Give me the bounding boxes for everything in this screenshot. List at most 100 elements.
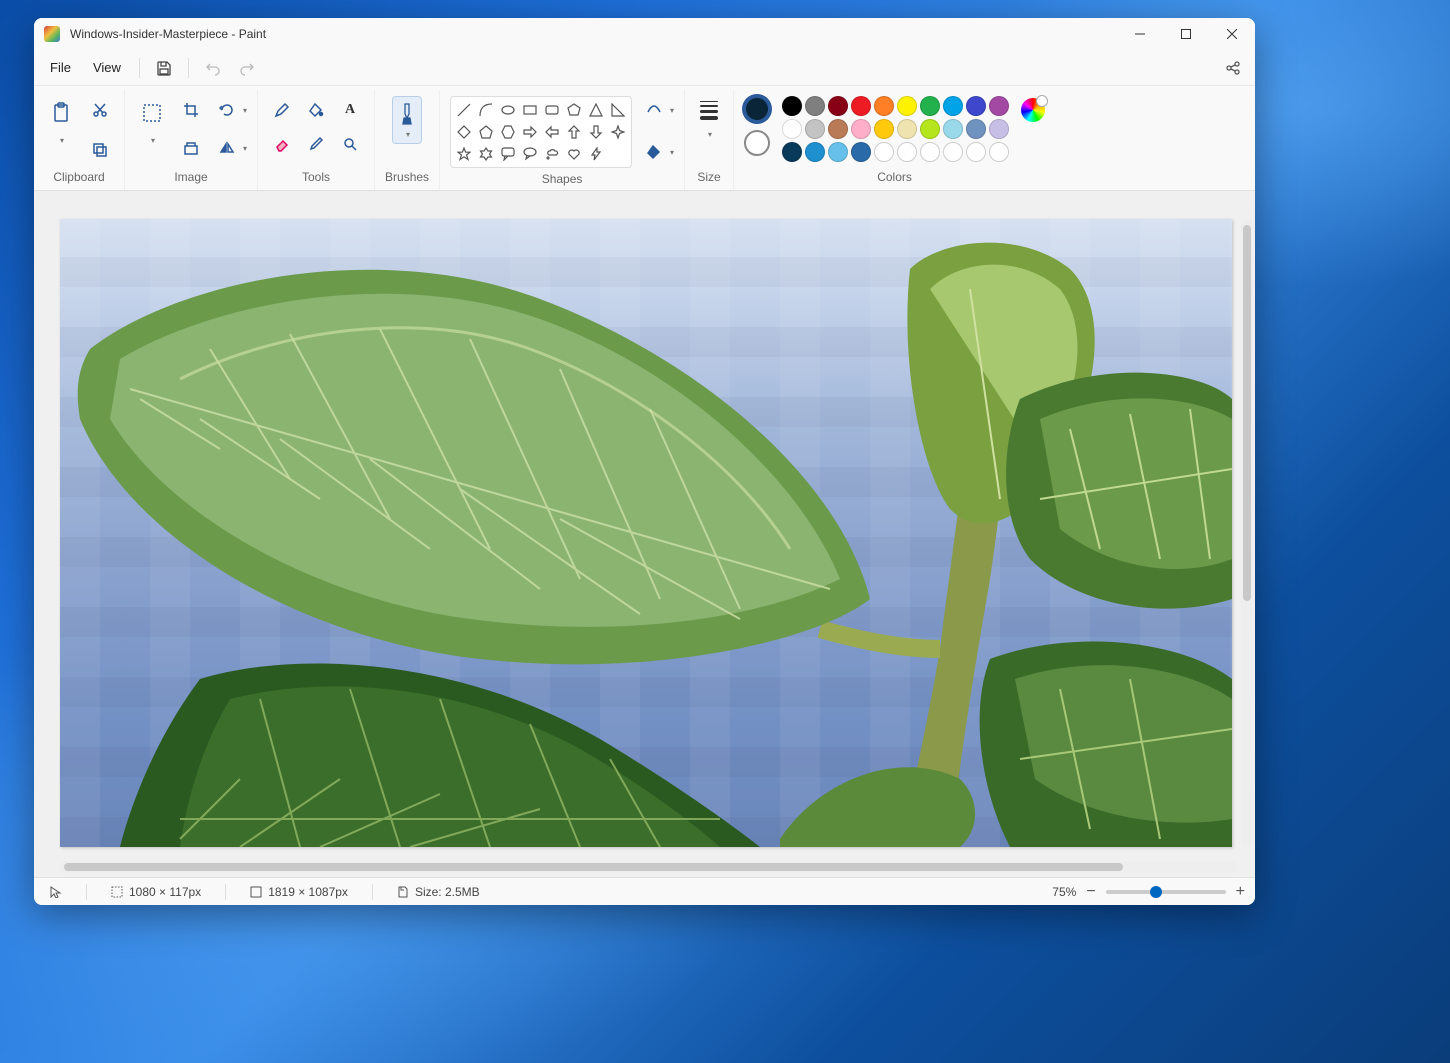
color-swatch[interactable] [828,96,848,116]
color-swatch[interactable] [851,96,871,116]
shape-curve[interactable] [477,101,495,119]
shape-arrow-right[interactable] [521,123,539,141]
shape-rect[interactable] [521,101,539,119]
color-swatch[interactable] [920,96,940,116]
color1-swatch[interactable] [744,96,770,122]
chevron-down-icon[interactable]: ▾ [151,136,155,145]
vertical-scrollbar[interactable] [1241,221,1253,847]
undo-button[interactable] [197,52,229,84]
color-swatch[interactable] [966,142,986,162]
zoom-slider[interactable] [1106,890,1226,894]
edit-colors-button[interactable] [1021,98,1045,122]
brushes-label: Brushes [385,170,429,184]
color-swatch[interactable] [943,142,963,162]
shape-arrow-down[interactable] [587,123,605,141]
shape-diamond[interactable] [455,123,473,141]
color-swatch[interactable] [920,142,940,162]
shape-triangle[interactable] [587,101,605,119]
shape-star6[interactable] [477,145,495,163]
ribbon: ▾ Clipboard ▾ [34,86,1255,191]
shapes-gallery[interactable] [450,96,632,168]
color-swatch[interactable] [782,96,802,116]
fill-tool[interactable] [302,96,330,124]
paste-button[interactable] [44,96,78,130]
image-dimensions: 1819 × 1087px [244,885,354,899]
canvas[interactable] [60,219,1232,847]
copy-button[interactable] [86,136,114,164]
color-swatch[interactable] [966,119,986,139]
group-size: ▾ Size [685,90,734,190]
flip-button[interactable] [213,134,241,162]
shape-star4[interactable] [609,123,627,141]
color-swatch[interactable] [874,119,894,139]
pencil-tool[interactable] [268,96,296,124]
shape-rounded-rect[interactable] [543,101,561,119]
shape-outline-button[interactable] [640,96,668,124]
color-swatch[interactable] [966,96,986,116]
shape-line[interactable] [455,101,473,119]
shape-star5[interactable] [455,145,473,163]
colors-label: Colors [877,170,912,184]
magnifier-tool[interactable] [336,130,364,158]
color-swatch[interactable] [897,119,917,139]
color2-swatch[interactable] [744,130,770,156]
shape-callout-cloud[interactable] [543,145,561,163]
color-swatch[interactable] [897,96,917,116]
share-button[interactable] [1217,52,1249,84]
color-swatch[interactable] [851,119,871,139]
text-tool[interactable]: A [336,96,364,124]
close-button[interactable] [1209,18,1255,50]
shape-arrow-up[interactable] [565,123,583,141]
resize-button[interactable] [177,134,205,162]
color-swatch[interactable] [897,142,917,162]
zoom-out-button[interactable]: − [1086,883,1095,901]
minimize-button[interactable] [1117,18,1163,50]
color-swatch[interactable] [805,119,825,139]
zoom-in-button[interactable]: + [1236,883,1245,901]
shape-callout-rect[interactable] [499,145,517,163]
color-swatch[interactable] [805,96,825,116]
group-tools: A Tools [258,90,375,190]
color-swatch[interactable] [874,142,894,162]
color-swatch[interactable] [782,142,802,162]
eraser-tool[interactable] [268,130,296,158]
shape-arrow-left[interactable] [543,123,561,141]
shape-right-triangle[interactable] [609,101,627,119]
color-swatch[interactable] [943,119,963,139]
save-button[interactable] [148,52,180,84]
menu-view[interactable]: View [83,54,131,81]
shape-heart[interactable] [565,145,583,163]
shape-callout-oval[interactable] [521,145,539,163]
rotate-button[interactable] [213,96,241,124]
shape-oval[interactable] [499,101,517,119]
crop-button[interactable] [177,96,205,124]
shape-hexagon[interactable] [499,123,517,141]
color-swatch[interactable] [782,119,802,139]
color-swatch[interactable] [989,96,1009,116]
color-swatch[interactable] [828,142,848,162]
shape-lightning[interactable] [587,145,605,163]
size-button[interactable] [695,96,723,124]
chevron-down-icon[interactable]: ▾ [60,136,64,145]
redo-button[interactable] [231,52,263,84]
color-swatch[interactable] [943,96,963,116]
color-swatch[interactable] [805,142,825,162]
color-swatch[interactable] [851,142,871,162]
shape-fill-button[interactable] [640,138,668,166]
color-picker-tool[interactable] [302,130,330,158]
color-swatch[interactable] [874,96,894,116]
color-swatch[interactable] [989,119,1009,139]
color-swatch[interactable] [920,119,940,139]
shape-polygon[interactable] [565,101,583,119]
horizontal-scrollbar[interactable] [60,861,1237,873]
shape-pentagon[interactable] [477,123,495,141]
titlebar: Windows-Insider-Masterpiece - Paint [34,18,1255,50]
maximize-button[interactable] [1163,18,1209,50]
brushes-button[interactable]: ▾ [392,96,422,144]
select-button[interactable] [135,96,169,130]
color-swatch[interactable] [989,142,1009,162]
chevron-down-icon[interactable]: ▾ [708,130,712,139]
menu-file[interactable]: File [40,54,81,81]
cut-button[interactable] [86,96,114,124]
color-swatch[interactable] [828,119,848,139]
